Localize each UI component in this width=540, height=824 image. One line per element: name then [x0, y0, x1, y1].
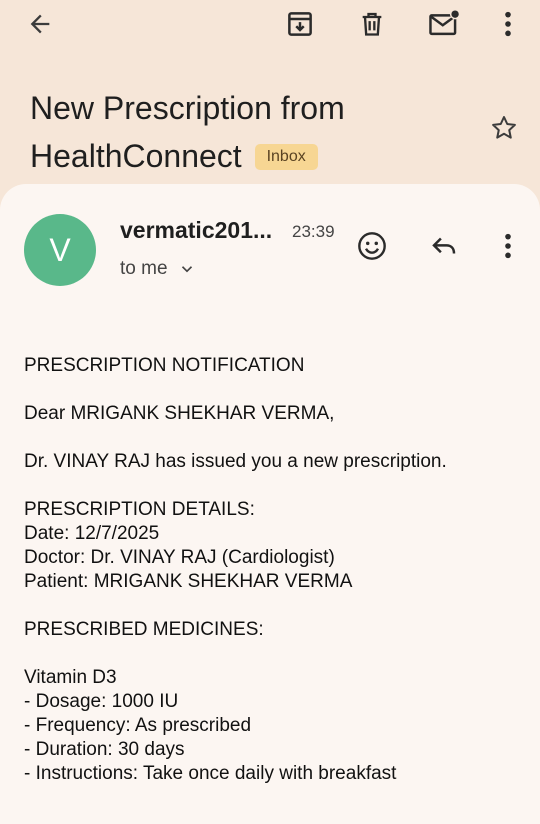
more-vert-icon[interactable]	[488, 4, 528, 44]
star-icon[interactable]	[484, 108, 524, 148]
avatar[interactable]: V	[24, 214, 96, 286]
message-more-icon[interactable]	[488, 226, 528, 266]
dosage-line: - Dosage: 1000 IU	[24, 691, 179, 712]
message-time: 23:39	[292, 222, 335, 241]
reply-icon[interactable]	[424, 226, 464, 266]
inbox-label-badge[interactable]: Inbox	[254, 144, 318, 170]
chevron-down-icon	[178, 260, 196, 278]
patient-line: Patient: MRIGANK SHEKHAR VERMA	[24, 571, 353, 592]
back-arrow-icon[interactable]	[20, 4, 60, 44]
date-line: Date: 12/7/2025	[24, 523, 160, 544]
top-app-bar	[0, 0, 540, 48]
email-subject: New Prescription from HealthConnect Inbo…	[30, 84, 470, 180]
email-body: PRESCRIPTION NOTIFICATION Dear MRIGANK S…	[24, 354, 524, 786]
recipient-label: to me	[120, 258, 168, 279]
medicine-name: Vitamin D3	[24, 667, 117, 688]
instructions-line: - Instructions: Take once daily with bre…	[24, 763, 397, 784]
emoji-reaction-icon[interactable]	[352, 226, 392, 266]
recipient-details-toggle[interactable]: to me	[120, 256, 196, 282]
sender-name[interactable]: vermatic201...	[120, 214, 288, 246]
intro-line: Dr. VINAY RAJ has issued you a new presc…	[24, 451, 447, 472]
greeting-line: Dear MRIGANK SHEKHAR VERMA,	[24, 403, 335, 424]
details-heading: PRESCRIPTION DETAILS:	[24, 499, 255, 520]
doctor-line: Doctor: Dr. VINAY RAJ (Cardiologist)	[24, 547, 335, 568]
notification-heading: PRESCRIPTION NOTIFICATION	[24, 355, 305, 376]
mark-unread-icon[interactable]	[424, 4, 464, 44]
duration-line: - Duration: 30 days	[24, 739, 185, 760]
medicines-heading: PRESCRIBED MEDICINES:	[24, 619, 264, 640]
frequency-line: - Frequency: As prescribed	[24, 715, 252, 736]
archive-icon[interactable]	[280, 4, 320, 44]
delete-icon[interactable]	[352, 4, 392, 44]
